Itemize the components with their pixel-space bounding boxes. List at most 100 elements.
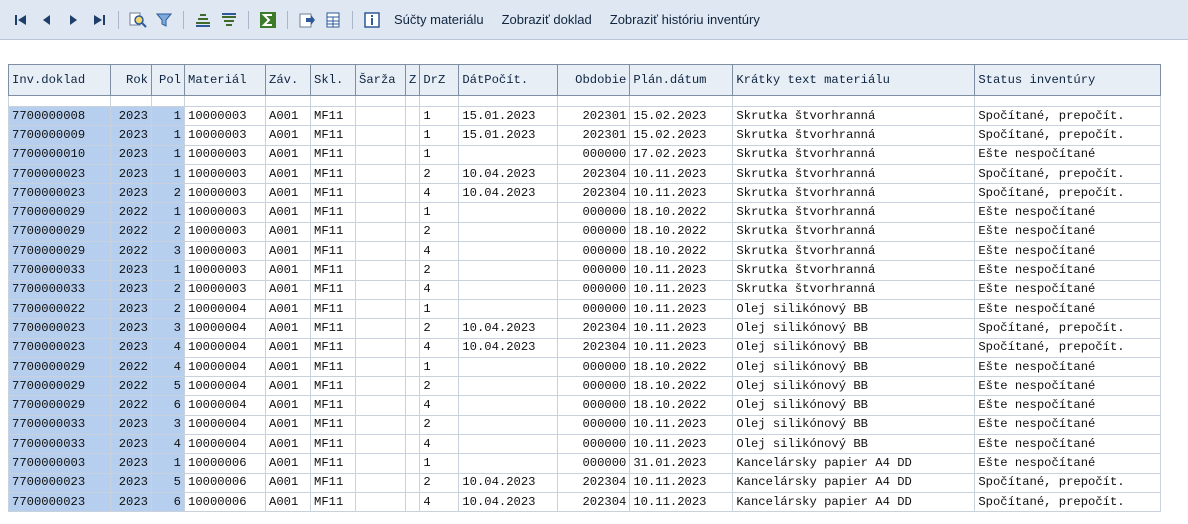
- cell-col-period[interactable]: 000000: [557, 395, 631, 416]
- cell-col-item[interactable]: 1: [151, 202, 185, 223]
- table-row[interactable]: 7700000023 2023 2 10000003 A001 MF11 4 10.04.20…: [8, 183, 1162, 204]
- cell-col-storage-loc[interactable]: MF11: [310, 395, 356, 416]
- cell-col-plant[interactable]: A001: [265, 241, 311, 262]
- cell-col-period[interactable]: 202304: [557, 491, 631, 513]
- table-row[interactable]: 7700000023 2023 6 10000006 A001 MF11 4 10.04.20…: [8, 491, 1162, 513]
- cell-col-inv-doc[interactable]: 7700000033: [8, 279, 111, 300]
- cell-col-storage-loc[interactable]: MF11: [310, 356, 356, 378]
- cell-col-item[interactable]: 2: [151, 221, 185, 243]
- cell-col-year[interactable]: 2023: [110, 260, 152, 281]
- table-row[interactable]: 7700000023 2023 3 10000004 A001 MF11 2 10.04.20…: [8, 318, 1162, 339]
- cell-col-inv-doc[interactable]: 7700000023: [8, 491, 111, 513]
- table-row[interactable]: 7700000033 2023 4 10000004 A001 MF11 4 000000 10…: [8, 434, 1162, 455]
- cell-col-period[interactable]: 000000: [557, 279, 631, 300]
- cell-col-inv-doc[interactable]: 7700000003: [8, 453, 111, 474]
- cell-col-count-date[interactable]: [458, 414, 559, 436]
- cell-col-count-date[interactable]: 10.04.2023: [458, 337, 559, 358]
- cell-col-inventory-status[interactable]: Ešte nespočítané: [974, 356, 1162, 378]
- cell-col-planned-date[interactable]: 10.11.2023: [629, 183, 734, 204]
- cell-col-planned-date[interactable]: 10.11.2023: [629, 434, 734, 455]
- cell-col-material[interactable]: 10000004: [184, 414, 266, 436]
- cell-col-material[interactable]: 10000004: [184, 434, 266, 455]
- cell-col-planned-date[interactable]: 15.02.2023: [629, 125, 734, 146]
- cell-col-storage-loc[interactable]: MF11: [310, 260, 356, 281]
- cell-col-material-text[interactable]: Skrutka štvorhranná: [732, 241, 976, 262]
- cell-col-material-text[interactable]: Skrutka štvorhranná: [732, 125, 976, 146]
- cell-col-plant[interactable]: A001: [265, 434, 311, 455]
- cell-col-storage-loc[interactable]: MF11: [310, 298, 356, 320]
- cell-col-stock-type[interactable]: 4: [419, 434, 460, 455]
- cell-col-item[interactable]: 1: [151, 260, 185, 281]
- cell-col-count-date[interactable]: [458, 221, 559, 243]
- cell-col-material-text[interactable]: Skrutka štvorhranná: [732, 163, 976, 185]
- cell-col-z[interactable]: [404, 337, 421, 358]
- cell-col-plant[interactable]: A001: [265, 163, 311, 185]
- header-col-storage-loc[interactable]: Skl.: [310, 64, 356, 96]
- cell-col-period[interactable]: 000000: [557, 376, 631, 397]
- cell-col-plant[interactable]: A001: [265, 183, 311, 204]
- cell-col-material-text[interactable]: Skrutka štvorhranná: [732, 221, 976, 243]
- cell-col-material[interactable]: 10000006: [184, 472, 266, 493]
- table-row[interactable]: 7700000003 2023 1 10000006 A001 MF11 1 000000 31…: [8, 453, 1162, 474]
- cell-col-inventory-status[interactable]: Ešte nespočítané: [974, 221, 1162, 243]
- cell-col-year[interactable]: 2023: [110, 434, 152, 455]
- cell-col-item[interactable]: 3: [151, 318, 185, 339]
- header-col-stock-type[interactable]: DrZ: [419, 64, 460, 96]
- cell-col-material[interactable]: 10000003: [184, 221, 266, 243]
- search-icon[interactable]: [125, 8, 151, 32]
- cell-col-storage-loc[interactable]: MF11: [310, 491, 356, 513]
- cell-col-plant[interactable]: A001: [265, 202, 311, 223]
- cell-col-year[interactable]: 2023: [110, 318, 152, 339]
- material-totals-button[interactable]: Súčty materiálu: [385, 8, 493, 32]
- cell-col-batch[interactable]: [355, 491, 406, 513]
- cell-col-inventory-status[interactable]: Spočítané, prepočít.: [974, 337, 1162, 358]
- cell-col-period[interactable]: 000000: [557, 241, 631, 262]
- cell-col-inv-doc[interactable]: 7700000029: [8, 202, 111, 223]
- cell-col-year[interactable]: 2023: [110, 414, 152, 436]
- table-row[interactable]: 7700000033 2023 1 10000003 A001 MF11 2 000000 10…: [8, 260, 1162, 281]
- cell-col-planned-date[interactable]: 10.11.2023: [629, 318, 734, 339]
- cell-col-z[interactable]: [404, 202, 421, 223]
- cell-col-count-date[interactable]: 15.01.2023: [458, 125, 559, 146]
- cell-col-planned-date[interactable]: 10.11.2023: [629, 260, 734, 281]
- cell-col-year[interactable]: 2023: [110, 163, 152, 185]
- cell-col-item[interactable]: 1: [151, 144, 185, 165]
- cell-col-batch[interactable]: [355, 318, 406, 339]
- cell-col-inv-doc[interactable]: 7700000029: [8, 241, 111, 262]
- cell-col-storage-loc[interactable]: MF11: [310, 221, 356, 243]
- cell-col-year[interactable]: 2022: [110, 202, 152, 223]
- cell-col-inv-doc[interactable]: 7700000023: [8, 318, 111, 339]
- cell-col-period[interactable]: 000000: [557, 434, 631, 455]
- filter-icon[interactable]: [151, 8, 177, 32]
- cell-col-material-text[interactable]: Olej silikónový BB: [732, 337, 976, 358]
- cell-col-year[interactable]: 2023: [110, 491, 152, 513]
- cell-col-period[interactable]: 000000: [557, 356, 631, 378]
- cell-col-inv-doc[interactable]: 7700000023: [8, 183, 111, 204]
- cell-col-item[interactable]: 4: [151, 434, 185, 455]
- cell-col-period[interactable]: 000000: [557, 202, 631, 223]
- cell-col-material[interactable]: 10000004: [184, 298, 266, 320]
- cell-col-count-date[interactable]: [458, 202, 559, 223]
- cell-col-storage-loc[interactable]: MF11: [310, 376, 356, 397]
- header-col-item[interactable]: Pol: [151, 64, 185, 96]
- cell-col-inventory-status[interactable]: Ešte nespočítané: [974, 279, 1162, 300]
- cell-col-item[interactable]: 6: [151, 491, 185, 513]
- cell-col-storage-loc[interactable]: MF11: [310, 472, 356, 493]
- cell-col-material[interactable]: 10000006: [184, 491, 266, 513]
- cell-col-count-date[interactable]: 10.04.2023: [458, 183, 559, 204]
- cell-col-stock-type[interactable]: 4: [419, 491, 460, 513]
- header-col-inv-doc[interactable]: Inv.doklad: [8, 64, 111, 96]
- cell-col-period[interactable]: 202304: [557, 163, 631, 185]
- cell-col-item[interactable]: 6: [151, 395, 185, 416]
- sort-ascending-icon[interactable]: [190, 8, 216, 32]
- cell-col-plant[interactable]: A001: [265, 356, 311, 378]
- cell-col-planned-date[interactable]: 10.11.2023: [629, 298, 734, 320]
- cell-col-material-text[interactable]: Skrutka štvorhranná: [732, 279, 976, 300]
- cell-col-inventory-status[interactable]: Spočítané, prepočít.: [974, 472, 1162, 493]
- cell-col-batch[interactable]: [355, 183, 406, 204]
- cell-col-item[interactable]: 5: [151, 472, 185, 493]
- cell-col-storage-loc[interactable]: MF11: [310, 279, 356, 300]
- cell-col-z[interactable]: [404, 105, 421, 127]
- cell-col-material[interactable]: 10000004: [184, 337, 266, 358]
- export-icon[interactable]: [294, 8, 320, 32]
